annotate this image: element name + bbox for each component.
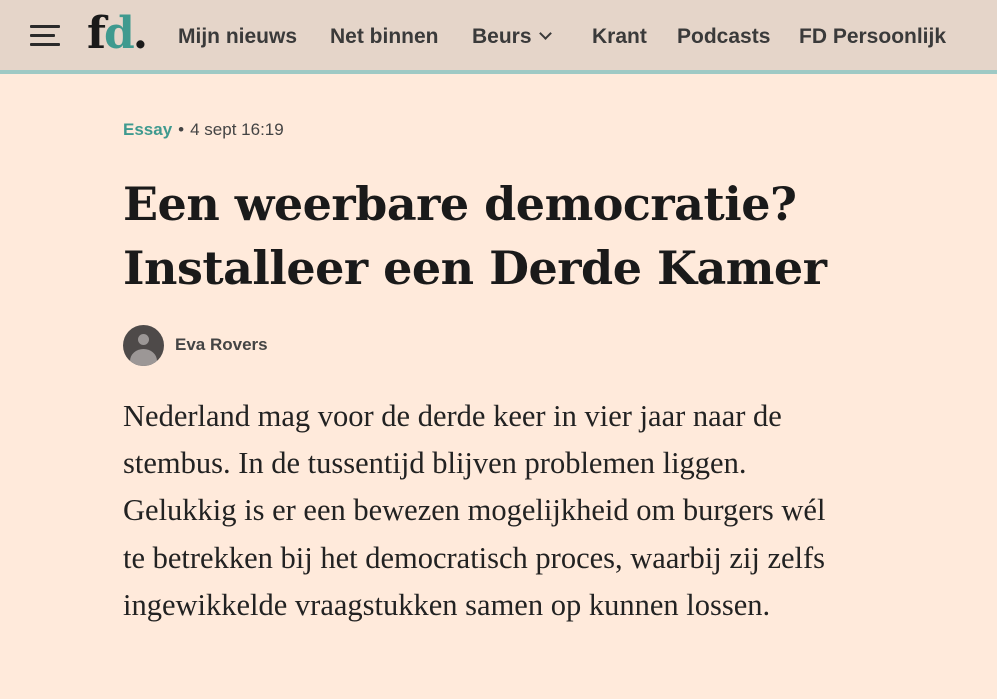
nav-item-net-binnen[interactable]: Net binnen (330, 24, 439, 50)
chevron-down-icon (538, 27, 552, 40)
avatar (123, 324, 164, 366)
top-navigation-bar: fd. Mijn nieuws Net binnen Beurs Krant P… (0, 0, 997, 74)
nav-item-mijn-nieuws[interactable]: Mijn nieuws (178, 24, 297, 50)
article-intro: Nederland mag voor de derde keer in vier… (123, 399, 826, 622)
nav-item-beurs[interactable]: Beurs (472, 24, 552, 50)
section-link[interactable]: Essay (123, 120, 172, 139)
nav-item-fd-persoonlijk[interactable]: FD Persoonlijk (799, 24, 946, 50)
hamburger-icon[interactable] (30, 25, 60, 47)
author-name: Eva Rovers (175, 335, 268, 354)
nav-item-krant[interactable]: Krant (592, 24, 647, 50)
meta-separator: • (178, 120, 185, 139)
article-title: Een weerbare democratie? Installeer een … (123, 172, 843, 300)
author-byline[interactable]: Eva Rovers (123, 324, 268, 366)
article-meta: Essay • 4 sept 16:19 (123, 119, 284, 141)
publish-timestamp: 4 sept 16:19 (190, 120, 284, 139)
nav-item-beurs-label: Beurs (472, 25, 532, 48)
fd-logo[interactable]: fd. (87, 10, 148, 58)
title-line-2: Installeer een Derde Kamer (123, 241, 827, 295)
title-line-1: Een weerbare democratie? (123, 177, 797, 231)
nav-item-podcasts[interactable]: Podcasts (677, 24, 770, 50)
